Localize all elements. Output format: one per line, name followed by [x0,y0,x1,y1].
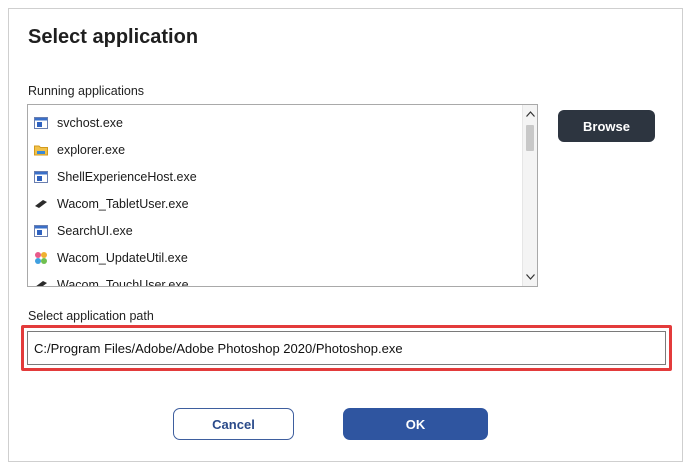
list-item[interactable]: explorer.exe [28,136,521,163]
list-item[interactable]: Wacom_TouchUser.exe [28,271,521,287]
folder-icon [34,143,48,157]
app-name: explorer.exe [57,142,126,157]
wacom-update-icon [34,251,48,265]
app-name: SearchUI.exe [57,223,133,238]
application-path-label: Select application path [28,309,154,323]
running-applications-label: Running applications [28,84,145,98]
window-app-icon [34,116,48,130]
scroll-thumb[interactable] [526,125,534,151]
window-app-icon [34,224,48,238]
ok-button[interactable]: OK [343,408,488,440]
scroll-up-icon[interactable] [523,107,537,121]
list-item[interactable]: svchost.exe [28,109,521,136]
app-name: Wacom_TabletUser.exe [57,196,189,211]
wacom-pen-icon [34,197,48,211]
running-applications-list[interactable]: svchost.exe explorer.exe ShellExperience… [27,104,538,287]
cancel-button[interactable]: Cancel [173,408,294,440]
app-name: Wacom_UpdateUtil.exe [57,250,188,265]
wacom-pen-icon [34,278,48,286]
list-scrollbar[interactable] [522,105,537,286]
scroll-down-icon[interactable] [523,270,537,284]
app-name: ShellExperienceHost.exe [57,169,197,184]
running-applications-items: svchost.exe explorer.exe ShellExperience… [28,109,521,287]
browse-button[interactable]: Browse [558,110,655,142]
application-path-input[interactable] [27,331,666,365]
list-item[interactable]: Wacom_UpdateUtil.exe [28,244,521,271]
list-item[interactable]: Wacom_TabletUser.exe [28,190,521,217]
list-item[interactable]: ShellExperienceHost.exe [28,163,521,190]
app-name: svchost.exe [57,115,124,130]
app-name: Wacom_TouchUser.exe [57,277,189,287]
list-item[interactable]: SearchUI.exe [28,217,521,244]
dialog-title: Select application [28,26,199,48]
window-app-icon [34,170,48,184]
